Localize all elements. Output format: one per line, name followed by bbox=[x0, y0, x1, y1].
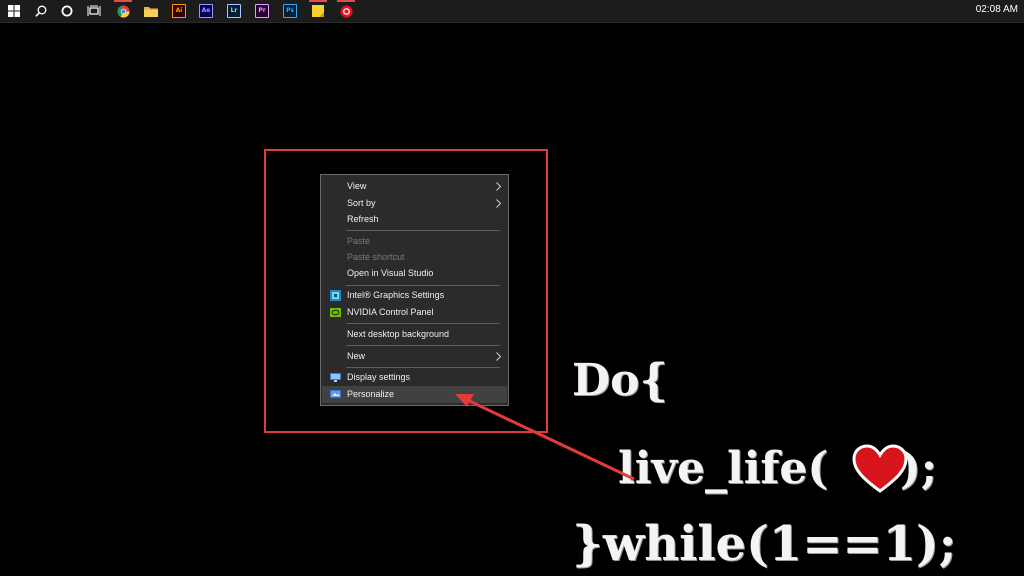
annotation-arrow bbox=[455, 394, 635, 481]
desktop[interactable]: Ai Ae Lr Pr Ps 02:08 AM Do{live_life()… bbox=[0, 0, 1024, 576]
